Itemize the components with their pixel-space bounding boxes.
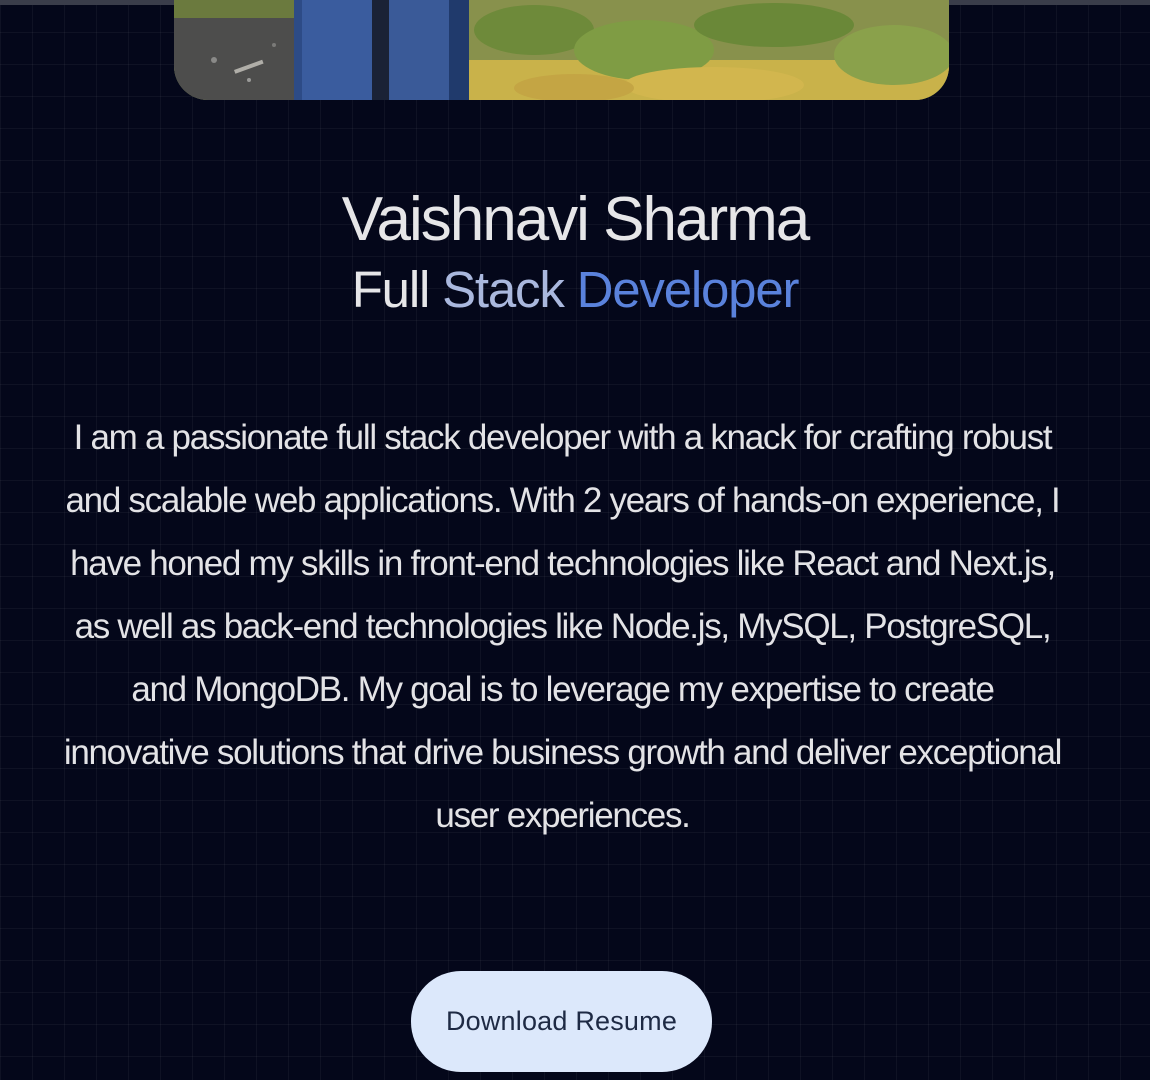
profile-bio: I am a passionate full stack developer w… — [63, 418, 1063, 835]
profile-role: Full Stack Developer — [0, 260, 1150, 320]
hero-section: Vaishnavi Sharma Full Stack Developer — [0, 180, 1150, 320]
role-word-full: Full — [351, 261, 431, 318]
profile-photo — [174, 0, 949, 100]
download-resume-button[interactable]: Download Resume — [411, 971, 712, 1072]
profile-name: Vaishnavi Sharma — [341, 185, 811, 254]
role-word-developer: Developer — [576, 261, 800, 318]
role-word-stack: Stack — [442, 261, 565, 318]
